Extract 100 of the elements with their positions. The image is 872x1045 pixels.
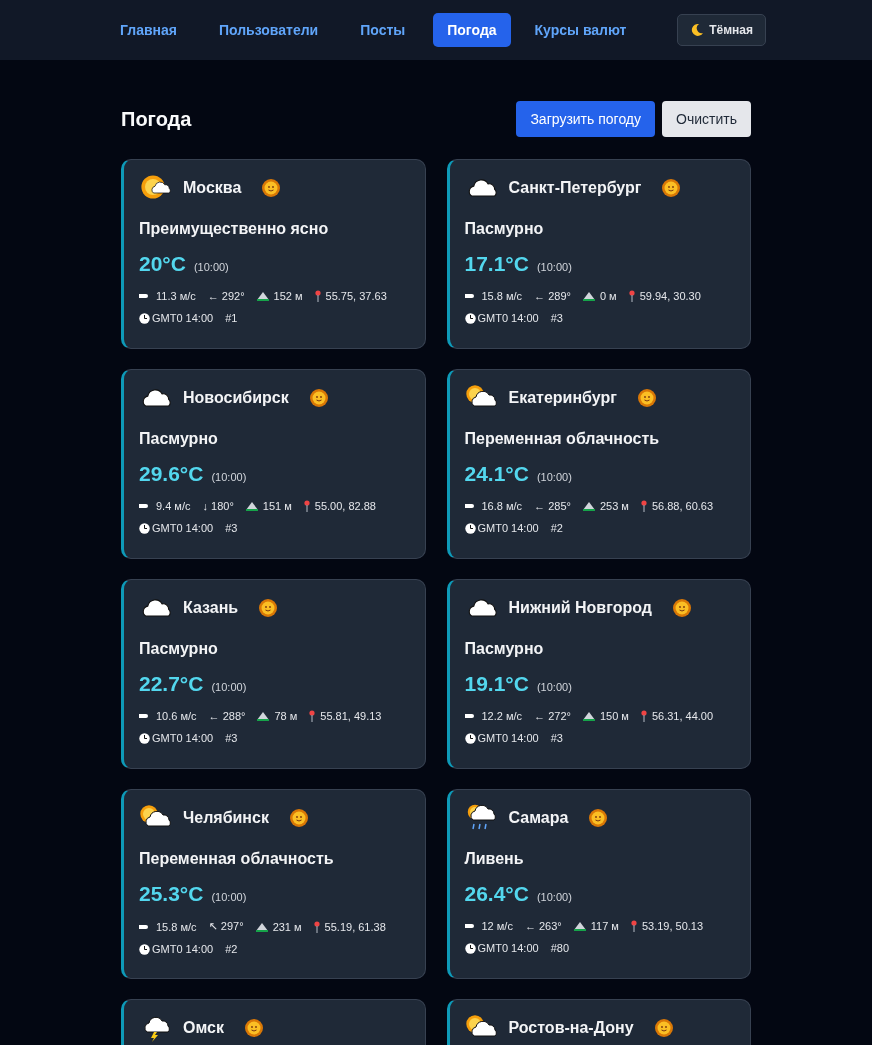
pin-icon [309, 710, 316, 722]
mountain-icon [573, 921, 586, 931]
smiling-sun-icon [308, 388, 329, 408]
mountain-icon [256, 291, 269, 301]
weather-code: #2 [225, 943, 238, 955]
elevation-text: 152 м [273, 290, 303, 302]
condition-text: Преимущественно ясно [139, 220, 330, 238]
elevation-text: 231 м [272, 920, 302, 933]
coordinates-text: 53.19, 50.13 [641, 920, 704, 932]
weather-code: #2 [550, 522, 563, 534]
clock-icon [139, 312, 150, 324]
wind-direction: ↖ 297° [208, 920, 244, 933]
smiling-sun-icon [661, 178, 682, 198]
time-text: (10:00) [211, 681, 247, 693]
timezone-text: GMT0 14:00 [477, 942, 539, 954]
condition-text: Пасмурно [139, 430, 219, 448]
clock-icon [464, 732, 476, 744]
nav-tab[interactable]: Посты [346, 13, 420, 47]
temperature: 26.4°C [464, 882, 529, 906]
pin-icon [303, 500, 310, 512]
coordinates-text: 56.88, 60.63 [651, 500, 714, 512]
temperature: 24.1°C [464, 462, 529, 486]
city-name: Екатеринбург [508, 390, 617, 406]
smiling-sun-icon [671, 598, 692, 618]
wind-direction: ← 272° [534, 710, 571, 722]
pin-icon [640, 500, 647, 512]
condition-text: Пасмурно [464, 220, 545, 238]
nav-tab[interactable]: Курсы валют [520, 13, 641, 47]
elevation-text: 151 м [262, 500, 292, 512]
weather-code: #3 [225, 522, 238, 534]
city-name: Санкт-Петербург [508, 180, 642, 196]
pin-icon [640, 710, 647, 722]
sun-cloud-icon [139, 174, 171, 202]
condition-text: Переменная облачность [464, 430, 661, 448]
page-title: Погода [121, 107, 193, 131]
condition-text: Переменная облачность [139, 850, 335, 868]
wind-direction: ↓ 180° [202, 500, 234, 512]
mountain-icon [255, 921, 268, 932]
coordinates-text: 55.00, 82.88 [314, 500, 376, 512]
pin-icon [630, 920, 637, 932]
clock-icon [139, 732, 150, 744]
timezone-text: GMT0 14:00 [152, 522, 214, 534]
timezone-text: GMT0 14:00 [477, 732, 539, 744]
nav-tab[interactable]: Главная [106, 13, 191, 47]
condition-text: Ливень [464, 850, 525, 868]
coordinates-text: 59.94, 30.30 [639, 290, 701, 302]
condition-text: Пасмурно [139, 640, 219, 658]
wind-speed: 16.8 м/с [481, 500, 523, 512]
wind-speed: 11.3 м/с [156, 290, 196, 302]
clock-icon [139, 943, 150, 955]
city-name: Челябинск [183, 810, 269, 826]
time-text: (10:00) [536, 891, 572, 903]
elevation-text: 117 м [590, 920, 619, 932]
timezone-text: GMT0 14:00 [477, 312, 539, 324]
moon-icon [690, 23, 705, 37]
smiling-sun-icon [258, 598, 279, 618]
clear-button[interactable]: Очистить [662, 101, 751, 137]
elevation-text: 150 м [599, 710, 629, 722]
clock-icon [464, 312, 476, 324]
mountain-icon [582, 501, 595, 511]
clock-icon [464, 522, 476, 534]
smiling-sun-icon [244, 1018, 264, 1038]
temperature: 19.1°C [464, 672, 529, 696]
theme-button[interactable]: Тёмная [677, 14, 766, 46]
city-name: Новосибирск [183, 390, 289, 406]
city-name: Нижний Новгород [508, 600, 652, 616]
wind-speed: 10.6 м/с [156, 710, 197, 722]
nav-tab[interactable]: Погода [433, 13, 511, 47]
clock-icon [139, 522, 150, 534]
temperature: 22.7°C [139, 672, 204, 696]
city-name: Омск [183, 1020, 224, 1036]
temperature: 25.3°C [139, 882, 204, 906]
time-text: (10:00) [536, 471, 572, 483]
city-name: Самара [508, 810, 569, 826]
pin-icon [314, 290, 321, 302]
coordinates-text: 56.31, 44.00 [651, 710, 714, 722]
city-name: Ростов-на-Дону [508, 1020, 634, 1036]
elevation-text: 0 м [599, 290, 617, 302]
pin-icon [628, 290, 635, 302]
weather-code: #3 [225, 732, 238, 744]
condition-text: Пасмурно [464, 640, 545, 658]
time-text: (10:00) [211, 891, 247, 903]
wind-direction: ← 288° [208, 710, 246, 722]
time-text: (10:00) [536, 261, 572, 273]
timezone-text: GMT0 14:00 [477, 522, 539, 534]
wind-direction: ← 263° [524, 920, 562, 932]
wind-speed: 12.2 м/с [481, 710, 523, 722]
elevation-text: 78 м [274, 710, 298, 722]
weather-code: #1 [225, 312, 238, 324]
smiling-sun-icon [653, 1018, 674, 1038]
weather-code: #80 [550, 942, 569, 954]
wind-speed: 15.8 м/с [156, 920, 197, 933]
time-text: (10:00) [193, 261, 229, 273]
smiling-sun-icon [288, 808, 309, 828]
nav-tab[interactable]: Пользователи [204, 13, 333, 47]
wind-direction: ← 292° [207, 290, 245, 302]
load-button[interactable]: Загрузить погоду [516, 101, 656, 137]
wind-speed: 15.8 м/с [481, 290, 523, 302]
coordinates-text: 55.75, 37.63 [325, 290, 387, 302]
elevation-text: 253 м [599, 500, 629, 512]
